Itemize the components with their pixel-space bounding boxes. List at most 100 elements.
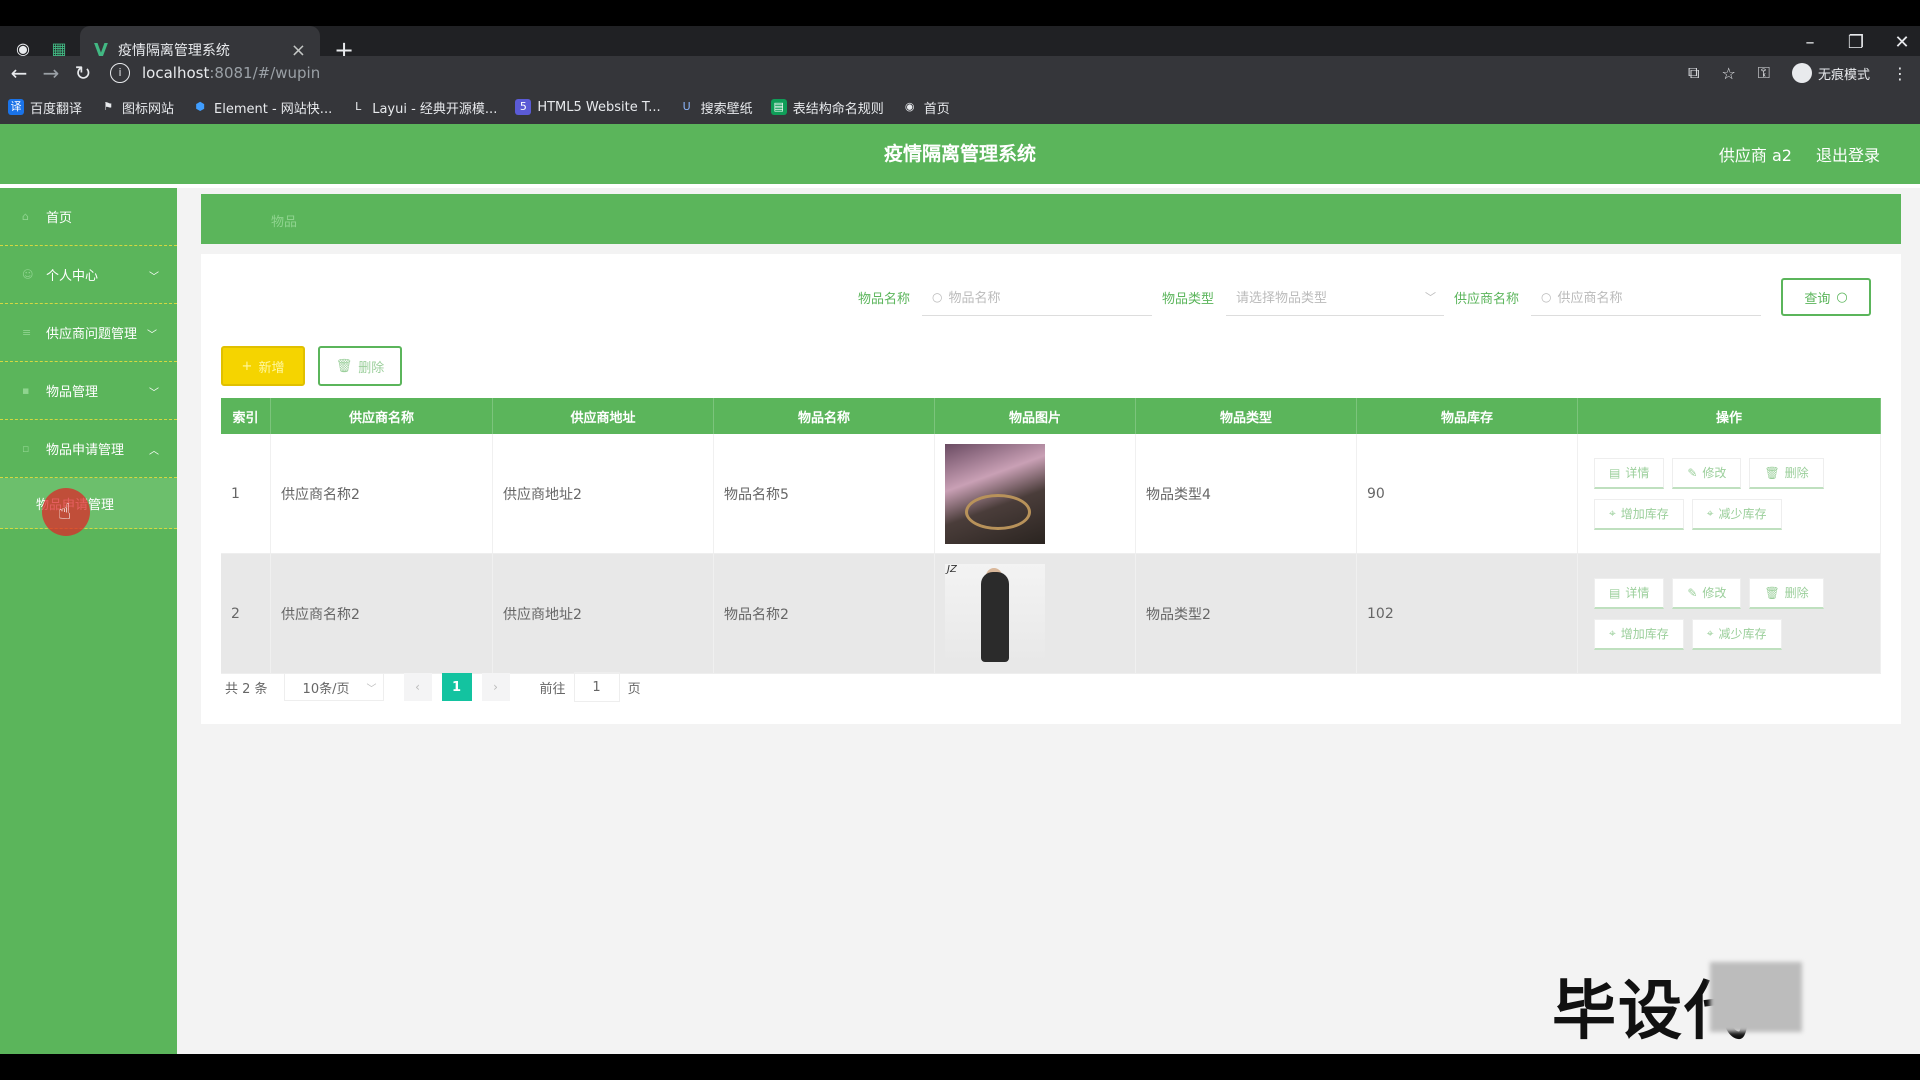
flag-icon: ⚑ [103,100,113,113]
pencil-icon: ✎ [1687,465,1698,480]
cell-supplier: 供应商名称2 [271,554,493,673]
bookmark-item[interactable]: 译百度翻译 [8,98,82,117]
app-header: 疫情隔离管理系统 供应商 a2 退出登录 [0,124,1920,184]
goods-thumbnail[interactable] [945,443,1045,544]
query-button[interactable]: 查询 ○ [1781,278,1871,316]
goods-name-input[interactable]: ○ 物品名称 [921,278,1152,316]
prev-page-button[interactable]: ‹ [403,673,432,701]
bookmark-item[interactable]: ◉ 首页 [902,98,950,117]
sidebar-subitem-goods-application[interactable]: 物品申请管理 ☝ [0,478,177,536]
restore-icon[interactable]: ❐ [1840,32,1872,53]
document-icon: ▤ [1609,585,1621,600]
cell-goods-type: 物品类型2 [1136,554,1357,673]
sidebar-item-supplier-issues[interactable]: ≡ 供应商问题管理 ﹀ [0,304,177,362]
goods-type-select[interactable]: 请选择物品类型 ﹀ [1225,278,1444,316]
goods-thumbnail[interactable]: JZ [945,563,1045,664]
sidebar-item-goods[interactable]: ▪ 物品管理 ﹀ [0,362,177,420]
star-icon[interactable]: ☆ [1721,64,1735,83]
header-address: 供应商地址 [493,398,714,434]
add-stock-button[interactable]: ⌖ 增加库存 [1594,498,1684,530]
edit-button[interactable]: ✎ 修改 [1672,457,1742,489]
bookmarks-bar: 译百度翻译 ⚑ 图标网站 ⬢ Element - 网站快... L Layui - 经… [0,90,1920,125]
key-icon[interactable]: ⚿ [1758,63,1770,83]
sidebar: ⌂ 首页 ☺ 个人中心 ﹀ ≡ 供应商问题管理 ﹀ ▪ 物品管理 ﹀ ▫ 物品申… [0,188,177,1054]
breadcrumb[interactable]: 物品 [271,211,297,230]
reduce-stock-button[interactable]: ⌖ 减少库存 [1691,618,1782,650]
chevron-right-icon: › [493,680,498,694]
cell-supplier: 供应商名称2 [271,434,493,553]
delete-button[interactable]: 🗑 删除 [1749,577,1824,609]
next-page-button[interactable]: › [481,673,510,701]
url-field[interactable]: i localhost:8081/#/wupin [110,60,1670,86]
hand-cursor-icon: ☝ [58,500,72,525]
chevron-up-icon: ︿ [149,446,159,457]
add-button[interactable]: + 新增 [221,346,305,386]
supplier-name-input[interactable]: ○ 供应商名称 [1531,278,1761,316]
logout-link[interactable]: 退出登录 [1816,142,1880,166]
bookmark-item[interactable]: 5 HTML5 Website T... [515,99,661,115]
pencil-icon: ✎ [1687,585,1698,600]
search-icon: ○ [1836,289,1848,305]
table-row[interactable]: 2 供应商名称2 供应商地址2 物品名称2 JZ 物品类型2 102 ▤ 详情 … [221,554,1881,674]
trash-icon: 🗑 [1764,465,1780,480]
bookmark-item[interactable]: ▤ 表结构命名规则 [770,98,884,117]
cell-goods-image [935,434,1136,553]
close-window-icon[interactable]: ✕ [1886,32,1918,53]
edit-button[interactable]: ✎ 修改 [1672,577,1742,609]
table-icon: ▤ [770,99,787,115]
sidebar-item-profile[interactable]: ☺ 个人中心 ﹀ [0,246,177,304]
globe-icon: ◉ [904,100,915,113]
delete-button[interactable]: 🗑 删除 [1749,457,1824,489]
incognito-profile[interactable]: 无痕模式 [1791,63,1870,83]
kebab-menu-icon[interactable]: ⋮ [1892,64,1908,83]
batch-delete-button[interactable]: 🗑 删除 [318,346,402,386]
forward-arrow-icon[interactable]: → [38,60,64,86]
bookmark-item[interactable]: L Layui - 经典开源模... [350,98,497,117]
translate-icon[interactable]: ⧉ [1688,63,1699,83]
layui-logo-icon: L [355,100,362,113]
header-goods-type: 物品类型 [1136,398,1357,434]
goods-table: 索引 供应商名称 供应商地址 物品名称 物品图片 物品类型 物品库存 操作 1 … [221,398,1881,674]
chevron-down-icon: ﹀ [147,330,157,341]
cell-actions: ▤ 详情 ✎ 修改 🗑 删除 ⌖ 增加库存 ⌖ 减少库存 [1578,554,1881,673]
site-info-icon[interactable]: i [110,63,130,83]
bookmark-item[interactable]: ⚑ 图标网站 [100,98,174,117]
detail-button[interactable]: ▤ 详情 [1594,457,1665,489]
user-icon: ☺ [22,267,34,281]
chevron-down-icon: ﹀ [149,272,159,283]
goto-page-input[interactable]: 1 [573,672,620,702]
reload-icon[interactable]: ↻ [70,60,96,86]
goods-name-label: 物品名称 [857,291,910,307]
back-arrow-icon[interactable]: ← [6,60,32,86]
incognito-icon [1791,63,1812,83]
chevron-left-icon: ‹ [415,680,420,694]
location-icon: ⌖ [1706,506,1714,520]
current-page-button[interactable]: 1 [441,673,472,701]
content-card: 物品名称 ○ 物品名称 物品类型 请选择物品类型 ﹀ 供应商名称 ○ 供应商名称… [201,254,1901,724]
home-icon: ⌂ [22,209,29,223]
page-size-select[interactable]: 10条/页 ﹀ [283,673,384,701]
detail-button[interactable]: ▤ 详情 [1594,577,1665,609]
location-icon: ⌖ [1609,626,1616,640]
search-icon: ○ [931,289,943,304]
model-figure [981,571,1009,662]
cell-address: 供应商地址2 [493,554,714,673]
search-form: 物品名称 ○ 物品名称 物品类型 请选择物品类型 ﹀ 供应商名称 ○ 供应商名称… [858,278,1871,316]
sidebar-item-goods-application[interactable]: ▫ 物品申请管理 ︿ [0,420,177,478]
cell-index: 1 [221,434,271,553]
sidebar-item-home[interactable]: ⌂ 首页 [0,188,177,246]
trash-icon: 🗑 [1764,585,1780,600]
minimize-icon[interactable]: – [1794,32,1826,53]
url-path: :8081/#/wupin [209,64,321,82]
goto-label: 前往 [539,681,566,697]
table-row[interactable]: 1 供应商名称2 供应商地址2 物品名称5 物品类型4 90 ▤详情 ✎修改 [221,434,1881,554]
cell-actions: ▤ 详情 ✎ 修改 🗑 删除 ⌖ 增加库存 ⌖ 减少库存 [1578,434,1881,553]
reduce-stock-button[interactable]: ⌖ 减少库存 [1691,498,1782,530]
header-goods-name: 物品名称 [714,398,935,434]
screen-top-border [0,0,1920,26]
thumbnail-tag: JZ [947,563,957,575]
goods-icon: ▪ [22,383,30,397]
add-stock-button[interactable]: ⌖ 增加库存 [1594,618,1684,650]
bookmark-item[interactable]: U 搜索壁纸 [679,98,753,117]
bookmark-item[interactable]: ⬢ Element - 网站快... [192,98,332,117]
